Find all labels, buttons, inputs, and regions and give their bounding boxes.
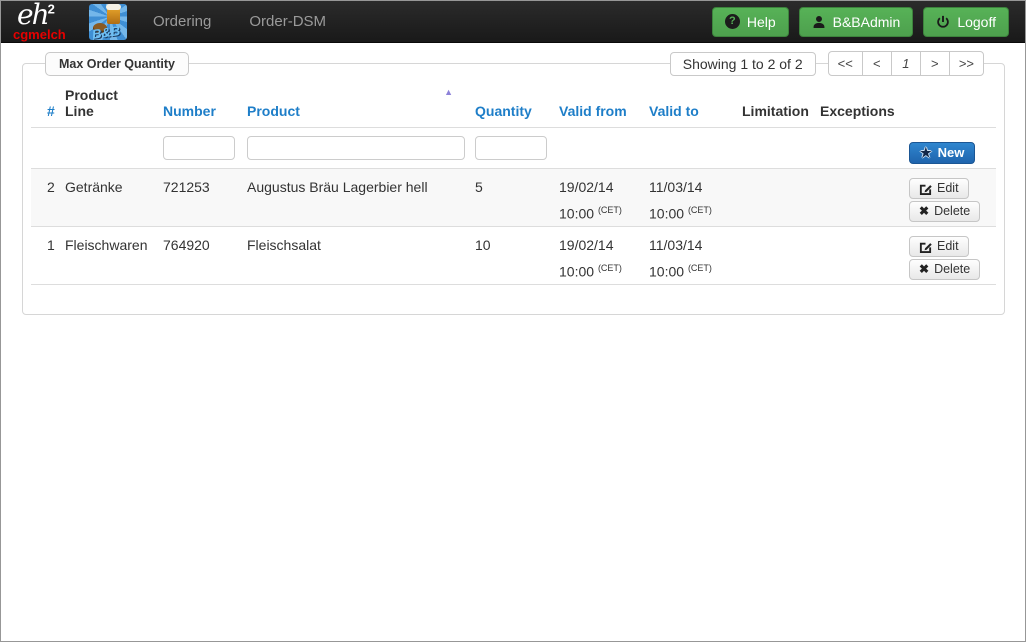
delete-x-icon: ✖ [919, 262, 930, 276]
beer-glass-icon [106, 3, 121, 24]
table-header-row: # Product Line Number Product ▲ Quantity… [31, 84, 996, 128]
col-header-quantity[interactable]: Quantity [467, 84, 551, 128]
filter-quantity-input[interactable] [475, 136, 547, 160]
table-row: 1 Fleischwaren 764920 Fleischsalat 10 19… [31, 226, 996, 285]
cell-index: 2 [31, 168, 57, 227]
edit-icon [919, 240, 932, 253]
cell-quantity: 5 [467, 168, 551, 227]
delete-button-label: Delete [934, 204, 971, 218]
help-button[interactable]: ? Help [711, 6, 789, 37]
help-button-label: Help [746, 13, 776, 30]
timezone-label: (CET) [687, 205, 712, 215]
logo-company-label: cgmelch [13, 26, 66, 42]
col-header-product[interactable]: Product ▲ [239, 84, 467, 128]
cell-product: Augustus Bräu Lagerbier hell [239, 168, 467, 227]
filter-product-input[interactable] [247, 136, 465, 160]
valid-from-date: 19/02/14 [559, 237, 614, 253]
pagination: Showing 1 to 2 of 2 << < 1 > >> [669, 51, 984, 76]
cell-quantity: 10 [467, 226, 551, 285]
account-button[interactable]: B&BAdmin [798, 6, 914, 37]
delete-button[interactable]: ✖ Delete [909, 201, 981, 222]
cell-product-line: Fleischwaren [57, 226, 155, 285]
cell-limitation [734, 168, 812, 227]
timezone-label: (CET) [687, 263, 712, 273]
cell-number: 764920 [155, 226, 239, 285]
edit-icon [919, 182, 932, 195]
timezone-label: (CET) [597, 263, 622, 273]
nav-item-order-dsm[interactable]: Order-DSM [239, 2, 336, 41]
power-icon [936, 15, 950, 29]
col-header-product-label: Product [247, 103, 300, 119]
cell-valid-to: 11/03/14 10:00 (CET) [641, 226, 734, 285]
table-row: 2 Getränke 721253 Augustus Bräu Lagerbie… [31, 168, 996, 227]
question-circle-icon: ? [724, 14, 740, 29]
valid-from-time: 10:00 (CET) [559, 263, 622, 280]
navbar-actions: ? Help B&BAdmin Logoff [711, 6, 1017, 37]
delete-x-icon: ✖ [919, 204, 930, 218]
max-order-quantity-table: # Product Line Number Product ▲ Quantity… [31, 84, 996, 285]
col-header-number[interactable]: Number [155, 84, 239, 128]
pager-last-button[interactable]: >> [948, 51, 984, 76]
valid-to-time: 10:00 (CET) [649, 205, 712, 222]
cell-index: 1 [31, 226, 57, 285]
cell-actions: Edit ✖ Delete [901, 226, 996, 285]
col-header-actions [901, 84, 996, 128]
new-button[interactable]: ★ New [909, 142, 976, 164]
pager-next-button[interactable]: > [919, 51, 950, 76]
col-header-product-line: Product Line [57, 84, 155, 128]
nav-menu: Ordering Order-DSM [143, 2, 354, 41]
timezone-label: (CET) [597, 205, 622, 215]
edit-button-label: Edit [937, 181, 959, 195]
valid-to-date: 11/03/14 [649, 237, 703, 253]
valid-from-date: 19/02/14 [559, 179, 614, 195]
edit-button[interactable]: Edit [909, 178, 969, 199]
pager-prev-button[interactable]: < [861, 51, 892, 76]
filter-number-input[interactable] [163, 136, 235, 160]
col-header-valid-from[interactable]: Valid from [551, 84, 641, 128]
valid-from-time: 10:00 (CET) [559, 205, 622, 222]
app-logo: eh2 cgmelch [9, 0, 77, 42]
logoff-button[interactable]: Logoff [923, 6, 1009, 37]
cell-valid-from: 19/02/14 10:00 (CET) [551, 168, 641, 227]
pager-page-1-button[interactable]: 1 [890, 51, 921, 76]
cell-product: Fleischsalat [239, 226, 467, 285]
bb-brand-icon: B&B [89, 3, 127, 40]
pager-controls: << < 1 > >> [827, 51, 984, 76]
cell-valid-to: 11/03/14 10:00 (CET) [641, 168, 734, 227]
cell-number: 721253 [155, 168, 239, 227]
cell-actions: Edit ✖ Delete [901, 168, 996, 227]
col-header-index[interactable]: # [31, 84, 57, 128]
logoff-button-label: Logoff [957, 13, 996, 30]
cell-product-line: Getränke [57, 168, 155, 227]
tab-max-order-quantity[interactable]: Max Order Quantity [45, 51, 189, 76]
nav-item-ordering[interactable]: Ordering [143, 2, 221, 41]
delete-button-label: Delete [934, 262, 971, 276]
valid-to-time: 10:00 (CET) [649, 263, 712, 280]
delete-button[interactable]: ✖ Delete [909, 259, 981, 280]
star-icon: ★ [920, 145, 932, 160]
paging-status: Showing 1 to 2 of 2 [669, 51, 816, 76]
cell-limitation [734, 226, 812, 285]
cell-valid-from: 19/02/14 10:00 (CET) [551, 226, 641, 285]
filter-row: ★ New [31, 127, 996, 169]
col-header-limitation: Limitation [734, 84, 812, 128]
valid-to-date: 11/03/14 [649, 179, 703, 195]
pager-first-button[interactable]: << [827, 51, 863, 76]
cell-exceptions [812, 168, 901, 227]
new-button-label: New [937, 145, 965, 160]
col-header-exceptions: Exceptions [812, 84, 901, 128]
app-window: { "navbar": { "logo": { "word": "eh", "s… [0, 0, 1026, 642]
sort-ascending-icon: ▲ [444, 87, 453, 97]
account-button-label: B&BAdmin [832, 13, 901, 30]
max-order-quantity-panel: Max Order Quantity Showing 1 to 2 of 2 <… [22, 51, 1005, 315]
main-content: Max Order Quantity Showing 1 to 2 of 2 <… [1, 51, 1025, 315]
edit-button-label: Edit [937, 239, 959, 253]
cell-exceptions [812, 226, 901, 285]
edit-button[interactable]: Edit [909, 236, 969, 257]
panel-header-row: Max Order Quantity Showing 1 to 2 of 2 <… [45, 51, 984, 76]
col-header-valid-to[interactable]: Valid to [641, 84, 734, 128]
top-navbar: eh2 cgmelch B&B Ordering Order-DSM ? Hel… [1, 0, 1025, 43]
user-icon [812, 15, 826, 29]
